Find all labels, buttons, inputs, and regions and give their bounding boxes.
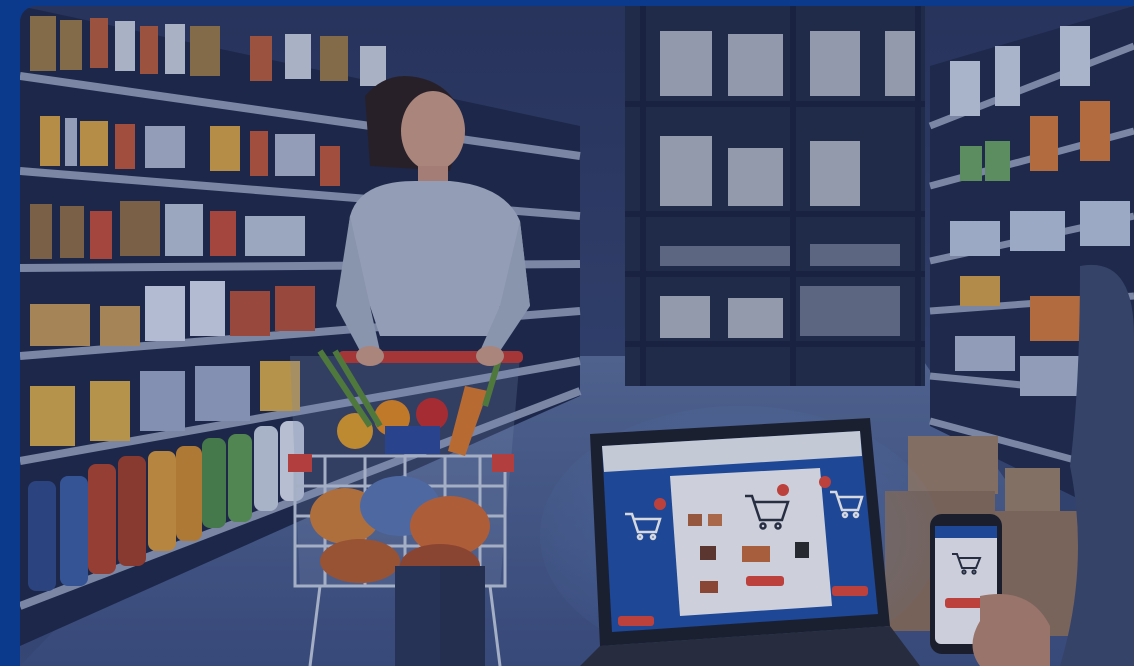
scene-illustration — [20, 6, 1134, 666]
supermarket-photo — [20, 6, 1134, 666]
image-frame — [0, 0, 1134, 666]
